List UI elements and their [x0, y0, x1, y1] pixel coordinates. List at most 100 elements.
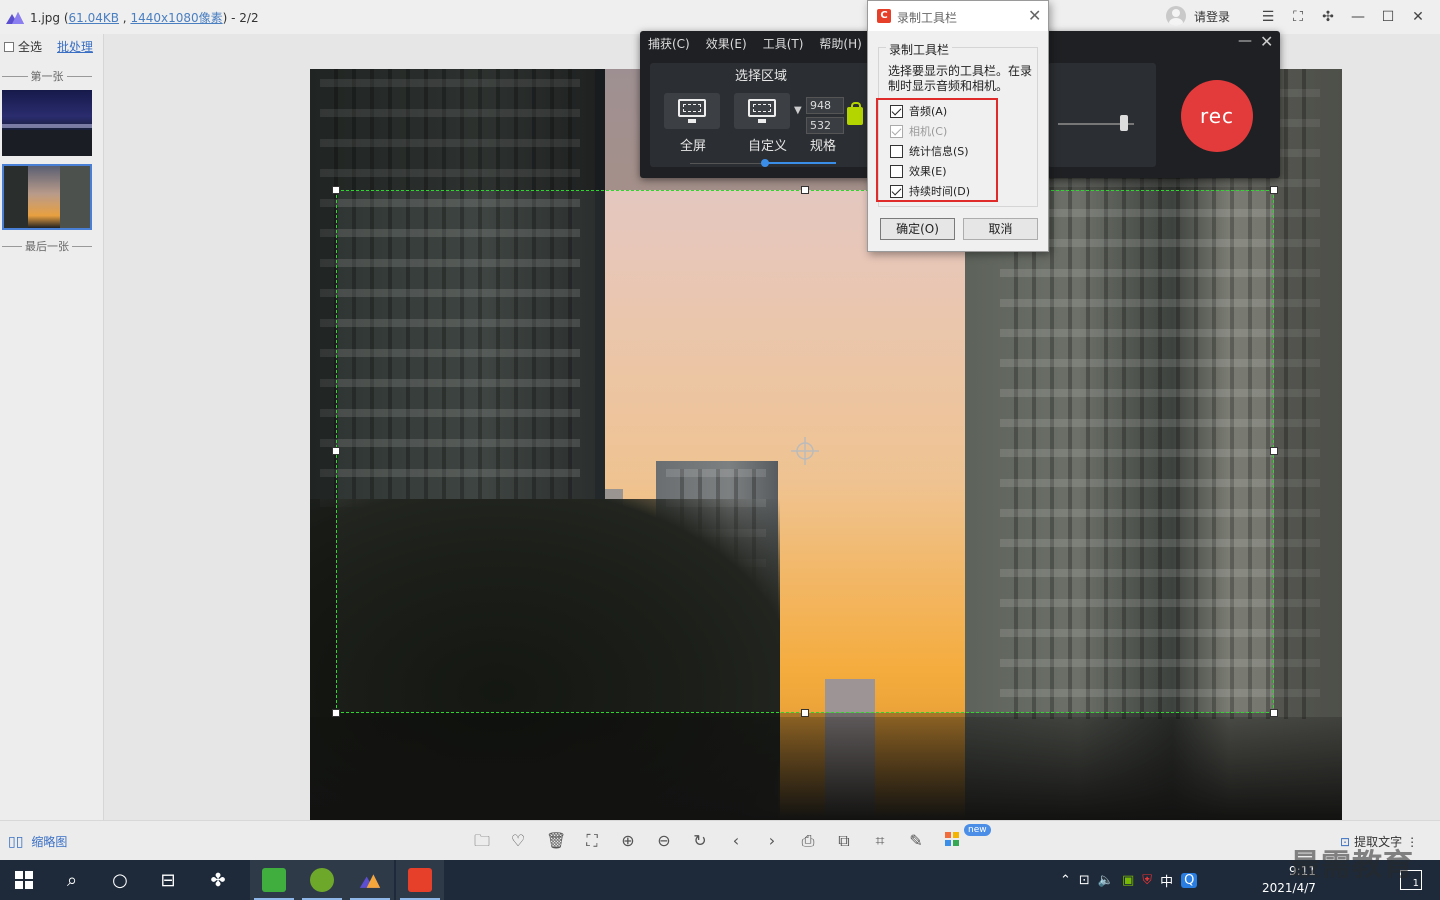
recorder-minimize-icon[interactable]: —	[1238, 33, 1252, 49]
resize-handle-e[interactable]	[1270, 447, 1278, 455]
rec-button[interactable]: rec	[1181, 80, 1253, 152]
fullscreen-button[interactable]	[664, 93, 720, 129]
width-input[interactable]: 948	[806, 97, 844, 114]
fullscreen-icon[interactable]: ⛶	[1288, 7, 1308, 27]
menu-help[interactable]: 帮助(H)	[819, 35, 861, 52]
group-label: 录制工具栏	[886, 41, 953, 58]
audio-panel	[1048, 63, 1156, 167]
close-icon[interactable]: ✕	[1408, 7, 1428, 27]
recording-toolbar-dialog: C 录制工具栏 ✕ 录制工具栏 选择要显示的工具栏。在录制时显示音频和相机。 音…	[867, 0, 1049, 252]
monitor-icon	[678, 99, 706, 117]
stats-checkbox[interactable]: 统计信息(S)	[890, 143, 969, 159]
watermark: 最需教育	[1290, 848, 1414, 883]
menu-effects[interactable]: 效果(E)	[706, 35, 747, 52]
resize-handle-n[interactable]	[801, 186, 809, 194]
effects-checkbox[interactable]: 效果(E)	[890, 163, 947, 179]
thumbnail-toggle-label: 缩略图	[31, 835, 68, 849]
resize-handle-nw[interactable]	[332, 186, 340, 194]
login-label: 请登录	[1194, 9, 1231, 24]
thumbnail-sidebar: 全选 批处理 第一张 最后一张	[0, 34, 104, 820]
thumbnail-1[interactable]	[2, 90, 92, 156]
search-icon[interactable]: ⌕	[48, 860, 96, 900]
lock-icon[interactable]	[847, 102, 863, 125]
tray-expand-icon[interactable]: ⌃	[1060, 873, 1071, 888]
viewer-logo-icon	[6, 12, 24, 24]
chevron-down-icon[interactable]: ▼	[794, 105, 802, 116]
height-input[interactable]: 532	[806, 117, 844, 134]
favorite-icon[interactable]: ♡	[508, 831, 528, 851]
custom-region-button[interactable]	[734, 93, 790, 129]
next-icon[interactable]: ›	[762, 831, 782, 851]
pin-icon[interactable]: ✣	[1318, 7, 1338, 27]
camtasia-app-icon[interactable]	[250, 860, 298, 900]
thumbnail-2[interactable]	[2, 164, 92, 230]
thumbnail-toggle[interactable]: ▯▯ 缩略图	[8, 833, 67, 850]
scan-icon[interactable]: ⌗	[870, 831, 890, 851]
print-icon[interactable]: ⎙	[798, 831, 818, 851]
minimize-icon[interactable]: —	[1348, 7, 1368, 27]
avatar-icon	[1166, 6, 1186, 26]
resolution-link[interactable]: 1440x1080像素	[130, 11, 222, 25]
task-view-icon[interactable]: ⊟	[144, 860, 192, 900]
batch-process-link[interactable]: 批处理	[57, 38, 93, 55]
apps-icon[interactable]	[942, 831, 962, 851]
zoom-in-icon[interactable]: ⊕	[618, 831, 638, 851]
previous-icon[interactable]: ‹	[726, 831, 746, 851]
cancel-button[interactable]: 取消	[963, 218, 1038, 240]
region-slider-handle[interactable]	[761, 159, 769, 167]
menu-tools[interactable]: 工具(T)	[763, 35, 804, 52]
recorder-menu: 捕获(C) 效果(E) 工具(T) 帮助(H)	[648, 35, 862, 52]
checkbox-checked	[890, 104, 903, 118]
menu-icon[interactable]: ☰	[1258, 7, 1278, 27]
move-crosshair-icon[interactable]	[790, 436, 820, 466]
checkbox-unchecked	[890, 164, 903, 178]
viewer-bottom-toolbar: ▯▯ 缩略图 🗀 ♡ 🗑 ⛶ ⊕ ⊖ ↻ ‹ › ⎙ ⧉ ⌗ ✎ new ⊡ 提…	[0, 820, 1440, 860]
select-all-checkbox[interactable]: 全选	[4, 38, 42, 55]
last-separator: 最后一张	[2, 238, 92, 254]
menu-capture[interactable]: 捕获(C)	[648, 35, 690, 52]
resize-handle-s[interactable]	[801, 709, 809, 717]
security-icon[interactable]: ⛨	[1142, 873, 1152, 888]
recorder-taskbar-icon[interactable]	[396, 860, 444, 900]
nvidia-icon[interactable]: ▣	[1122, 873, 1134, 888]
volume-icon[interactable]: 🔈	[1098, 873, 1114, 888]
edit-icon[interactable]: ✎	[906, 831, 926, 851]
file-size-link[interactable]: 61.04KB	[69, 11, 119, 25]
cortana-icon[interactable]: ○	[96, 860, 144, 900]
duration-checkbox[interactable]: 持续时间(D)	[890, 183, 970, 199]
network-icon[interactable]: ⊡	[1079, 873, 1090, 888]
compare-icon[interactable]: ⧉	[834, 831, 854, 851]
login-button[interactable]: 请登录	[1166, 6, 1230, 26]
maximize-icon[interactable]: ☐	[1378, 7, 1398, 27]
camera-checkbox: 相机(C)	[890, 123, 947, 139]
thumbnail-icon: ▯▯	[8, 833, 24, 850]
new-badge: new	[964, 824, 991, 836]
file-title: 1.jpg (61.04KB , 1440x1080像素) - 2/2	[30, 11, 259, 25]
resize-handle-se[interactable]	[1270, 709, 1278, 717]
qq-icon[interactable]: Q	[1181, 872, 1198, 888]
start-icon[interactable]	[0, 860, 48, 900]
image-viewer-app-icon[interactable]	[346, 860, 394, 900]
checkbox-box	[4, 41, 14, 52]
rotate-icon[interactable]: ↻	[690, 831, 710, 851]
pinwheel-app-icon[interactable]: ✤	[194, 860, 242, 900]
delete-icon[interactable]: 🗑	[546, 831, 566, 851]
system-tray: ⌃ ⊡ 🔈 ▣ ⛨ 中 Q	[1060, 860, 1198, 900]
zoom-out-icon[interactable]: ⊖	[654, 831, 674, 851]
dialog-title: 录制工具栏	[897, 11, 958, 25]
crop-icon[interactable]: ⛶	[582, 831, 602, 851]
spec-label: 规格	[810, 139, 837, 154]
resize-handle-sw[interactable]	[332, 709, 340, 717]
open-folder-icon[interactable]: 🗀	[472, 831, 492, 851]
volume-slider[interactable]	[1120, 115, 1128, 131]
audio-checkbox[interactable]: 音频(A)	[890, 103, 947, 119]
recorder-close-icon[interactable]: ✕	[1260, 32, 1273, 51]
first-separator: 第一张	[2, 68, 92, 84]
resize-handle-w[interactable]	[332, 447, 340, 455]
ime-indicator[interactable]: 中	[1160, 871, 1173, 890]
ok-button[interactable]: 确定(O)	[880, 218, 955, 240]
green-app-icon[interactable]	[298, 860, 346, 900]
checkbox-checked-disabled	[890, 124, 903, 138]
dialog-close-icon[interactable]: ✕	[1028, 6, 1041, 25]
resize-handle-ne[interactable]	[1270, 186, 1278, 194]
